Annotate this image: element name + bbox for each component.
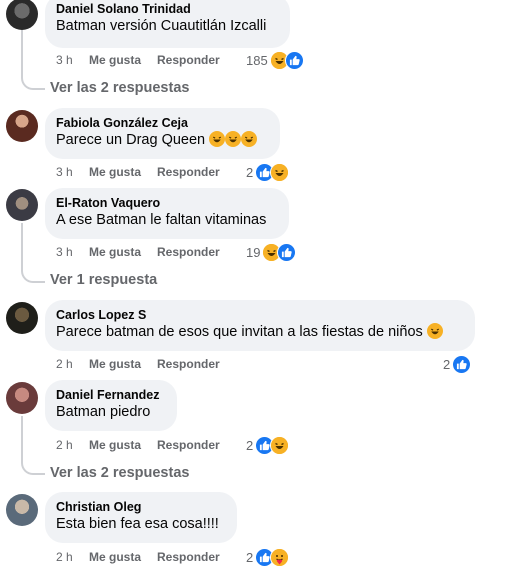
comment-text: Parece un Drag Queen xyxy=(56,131,268,150)
reaction-summary[interactable]: 2 xyxy=(246,547,290,567)
comment-text: Esta bien fea esa cosa!!!! xyxy=(56,516,219,532)
reply-button[interactable]: Responder xyxy=(157,356,220,372)
comment-actions: 3 h Me gusta Responder xyxy=(56,164,236,180)
view-replies-link[interactable]: Ver 1 respuesta xyxy=(50,272,157,288)
avatar[interactable] xyxy=(6,382,38,414)
comment-bubble: Daniel Solano Trinidad Batman versión Cu… xyxy=(45,0,290,48)
reply-button[interactable]: Responder xyxy=(157,437,220,453)
reaction-count: 185 xyxy=(246,52,268,68)
comment-actions: 2 h Me gusta Responder xyxy=(56,437,236,453)
reply-button[interactable]: Responder xyxy=(157,549,220,565)
avatar[interactable] xyxy=(6,0,38,30)
haha-emoji-icon xyxy=(241,131,258,147)
comment-text: Batman piedro xyxy=(56,404,151,420)
thread-connector xyxy=(21,74,45,90)
thread-connector xyxy=(21,459,45,475)
avatar[interactable] xyxy=(6,189,38,221)
reply-button[interactable]: Responder xyxy=(157,164,220,180)
reaction-summary[interactable]: 2 xyxy=(246,435,290,455)
haha-emoji-icon xyxy=(209,131,226,147)
reaction-summary[interactable]: 185 xyxy=(246,50,304,70)
reaction-count: 2 xyxy=(443,356,451,372)
comment-bubble: Fabiola González Ceja Parece un Drag Que… xyxy=(45,108,280,159)
reply-button[interactable]: Responder xyxy=(157,52,220,68)
reaction-summary[interactable]: 2 xyxy=(443,354,472,374)
like-button[interactable]: Me gusta xyxy=(89,164,141,180)
reaction-count: 2 xyxy=(246,437,254,453)
like-button[interactable]: Me gusta xyxy=(89,549,141,565)
thread-line xyxy=(21,223,23,267)
comment-timestamp[interactable]: 2 h xyxy=(56,437,89,453)
care-reaction-icon xyxy=(270,547,290,567)
comment-bubble: Christian Oleg Esta bien fea esa cosa!!!… xyxy=(45,492,237,543)
haha-emoji-icon xyxy=(225,131,242,147)
comment-text: A ese Batman le faltan vitaminas xyxy=(56,212,267,228)
reaction-count: 2 xyxy=(246,164,254,180)
comment-author[interactable]: El-Raton Vaquero xyxy=(56,195,277,211)
thread-connector xyxy=(21,267,45,283)
comment-author[interactable]: Daniel Fernandez xyxy=(56,387,165,403)
comment-actions: 3 h Me gusta Responder xyxy=(56,244,236,260)
like-button[interactable]: Me gusta xyxy=(89,244,141,260)
comment-timestamp[interactable]: 2 h xyxy=(56,356,89,372)
avatar[interactable] xyxy=(6,494,38,526)
comment-timestamp[interactable]: 3 h xyxy=(56,52,89,68)
comment-author[interactable]: Carlos Lopez S xyxy=(56,307,463,323)
avatar[interactable] xyxy=(6,302,38,334)
comment-actions: 2 h Me gusta Responder xyxy=(56,549,236,565)
like-reaction-icon xyxy=(452,354,472,374)
reaction-summary[interactable]: 2 xyxy=(246,162,290,182)
like-reaction-icon xyxy=(277,242,297,262)
comment-timestamp[interactable]: 2 h xyxy=(56,549,89,565)
comment-bubble: Daniel Fernandez Batman piedro xyxy=(45,380,177,431)
reaction-count: 2 xyxy=(246,549,254,565)
comment-text-content: Parece batman de esos que invitan a las … xyxy=(56,324,423,340)
comment-actions: 2 h Me gusta Responder xyxy=(56,356,236,372)
like-reaction-icon xyxy=(284,50,304,70)
haha-reaction-icon xyxy=(270,162,290,182)
comment-bubble: Carlos Lopez S Parece batman de esos que… xyxy=(45,300,475,351)
like-button[interactable]: Me gusta xyxy=(89,356,141,372)
reply-button[interactable]: Responder xyxy=(157,244,220,260)
view-replies-link[interactable]: Ver las 2 respuestas xyxy=(50,465,189,481)
comment-text-content: Parece un Drag Queen xyxy=(56,132,206,148)
comment-text: Parece batman de esos que invitan a las … xyxy=(56,323,463,342)
comment-author[interactable]: Fabiola González Ceja xyxy=(56,115,268,131)
view-replies-link[interactable]: Ver las 2 respuestas xyxy=(50,80,189,96)
comment-timestamp[interactable]: 3 h xyxy=(56,164,89,180)
comment-actions: 3 h Me gusta Responder xyxy=(56,52,236,68)
reaction-summary[interactable]: 19 xyxy=(246,242,297,262)
comment-timestamp[interactable]: 3 h xyxy=(56,244,89,260)
like-button[interactable]: Me gusta xyxy=(89,437,141,453)
comment-author[interactable]: Daniel Solano Trinidad xyxy=(56,1,278,17)
comment-author[interactable]: Christian Oleg xyxy=(56,499,225,515)
thread-line xyxy=(21,416,23,459)
thread-line xyxy=(21,30,23,74)
comment-text: Batman versión Cuautitlán Izcalli xyxy=(56,18,267,34)
reaction-count: 19 xyxy=(246,244,261,260)
avatar[interactable] xyxy=(6,110,38,142)
haha-reaction-icon xyxy=(270,435,290,455)
like-button[interactable]: Me gusta xyxy=(89,52,141,68)
comment-bubble: El-Raton Vaquero A ese Batman le faltan … xyxy=(45,188,289,239)
haha-emoji-icon xyxy=(426,323,443,339)
